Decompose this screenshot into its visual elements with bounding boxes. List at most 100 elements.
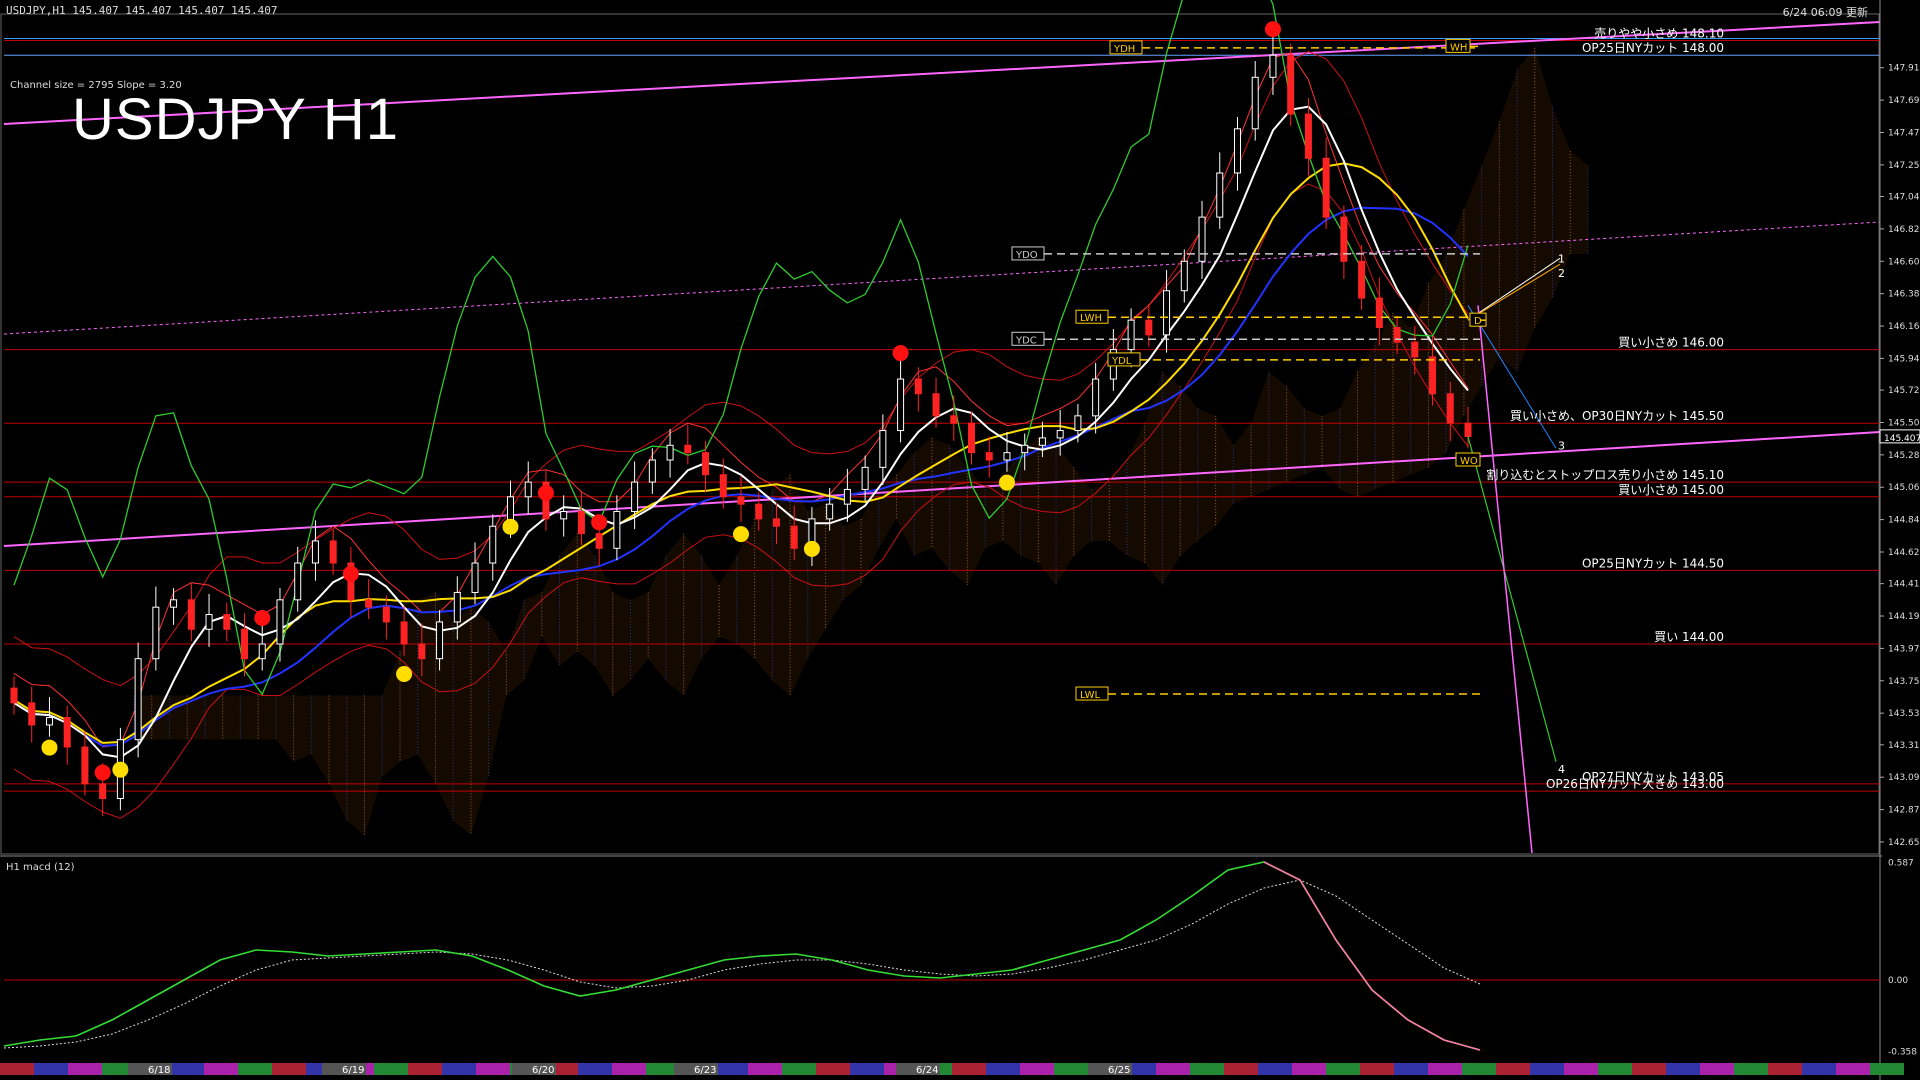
date-bar-segment [1836,1063,1870,1075]
candle-body [950,415,958,424]
axis-tick-label: 143.970 [1888,644,1920,654]
candle-body [666,444,674,461]
date-bar-segment [204,1063,238,1075]
level-label: 割り込むとストップロス売り小さめ 145.10 [1486,467,1724,482]
chart-canvas[interactable]: 1 2 3 4 YDH YDO LWH YDC YDL LWL WH WO D 売りやや小さめ 148.… [0,0,1920,1080]
level-label: 買い小さめ 145.00 [1618,483,1724,497]
box-label-text: YDH [1113,44,1135,55]
buy-signal-icon [803,540,820,557]
date-bar-segment [238,1063,272,1075]
candle-body [223,614,231,630]
candle-body [755,503,763,520]
date-bar-segment [578,1063,612,1075]
date-bar-segment [952,1063,986,1075]
candle-body [1145,319,1153,336]
candle-body [81,746,89,785]
buy-signal-icon [733,526,749,543]
macd-tick-label: 0.587 [1888,859,1914,869]
date-bar-segment [748,1063,782,1075]
date-bar-segment [1224,1063,1258,1075]
candle-body [1092,378,1100,417]
candle-body [258,643,266,660]
axis-tick-label: 147.695 [1888,96,1920,106]
axis-tick-label: 145.940 [1888,354,1920,364]
axis-tick-label: 146.600 [1888,257,1920,267]
level-label: 買い小さめ 146.00 [1618,336,1724,350]
box-label-text: YDC [1015,335,1037,346]
box-label-text: LWL [1080,690,1101,701]
candle-body [1287,54,1295,115]
candle-body [1074,415,1082,432]
axis-tick-label: 142.655 [1888,838,1920,848]
chart-title: USDJPY H1 [72,87,400,152]
date-bar-segment [1020,1063,1054,1075]
axis-tick-label: 146.160 [1888,322,1920,332]
candle-body [1358,260,1366,299]
candle-body [1021,444,1029,454]
sell-signal-icon [591,514,608,531]
date-bar-segment [986,1063,1020,1075]
candle-body [471,562,479,593]
date-bar-segment [1666,1063,1700,1075]
macd-signal [3,879,1481,1049]
sell-signal-icon [1264,21,1281,38]
cloud-area [134,47,1588,836]
candle-body [772,518,780,527]
candle-body [329,540,337,564]
candle-body [968,422,976,454]
candle-body [577,511,585,535]
axis-tick-label: 147.475 [1888,128,1920,138]
date-bar-segment [34,1063,68,1075]
date-bar-segment [1734,1063,1768,1075]
date-bar-segment [1768,1063,1802,1075]
date-bar-segment [170,1063,204,1075]
candle-body [45,717,53,726]
macd-falling [1263,861,1481,1051]
box-label-text: WO [1460,456,1478,467]
symbol-header: USDJPY,H1 145.407 145.407 145.407 145.40… [6,4,278,17]
axis-tick-label: 144.190 [1888,612,1920,622]
sell-signal-icon [892,345,909,362]
candle-body [134,658,142,741]
candle-body [10,687,18,704]
candle-body [400,621,408,645]
date-bar-segment [1564,1063,1598,1075]
candle-body [294,562,302,601]
sell-signal-icon [254,609,271,626]
level-label: OP26日NYカット大きめ 143.00 [1546,777,1724,791]
projection-5 [1477,305,1533,854]
candle-body [1216,172,1224,218]
current-price-label: 145.407 [1884,434,1920,444]
macd-label: H1 macd (12) [6,862,75,873]
candle-body [1251,76,1259,130]
candle-body [1322,157,1330,218]
candle-body [1269,54,1277,78]
date-bar-segment [1190,1063,1224,1075]
candle-body [365,599,373,608]
candle-body [897,378,905,432]
box-label-text: YDL [1111,356,1132,367]
date-bar-segment [1802,1063,1836,1075]
level-label: OP25日NYカット 144.50 [1582,556,1724,570]
date-bar-segment [1360,1063,1394,1075]
candle-body [1304,113,1312,159]
axis-tick-label: 143.750 [1888,677,1920,687]
candle-body [311,540,319,564]
macd-tick-label: 0.00 [1888,976,1908,986]
candle-body [737,496,745,505]
axis-tick-label: 145.725 [1888,386,1920,396]
buy-signal-icon [396,665,413,682]
date-bar-segment [408,1063,442,1075]
projection-label: 4 [1558,763,1565,776]
candle-body [1003,452,1011,461]
date-bar-segment [1054,1063,1088,1075]
date-bar-segment [816,1063,850,1075]
date-bar-segment [1428,1063,1462,1075]
update-timestamp: 6/24 06:09 更新 [1782,6,1868,19]
candle-body [702,452,710,476]
date-bar-segment [1496,1063,1530,1075]
axis-tick-label: 143.530 [1888,709,1920,719]
level-label: 売りやや小さめ 148.10 [1594,25,1724,40]
candle-body [1180,260,1188,292]
candle-body [99,783,107,800]
